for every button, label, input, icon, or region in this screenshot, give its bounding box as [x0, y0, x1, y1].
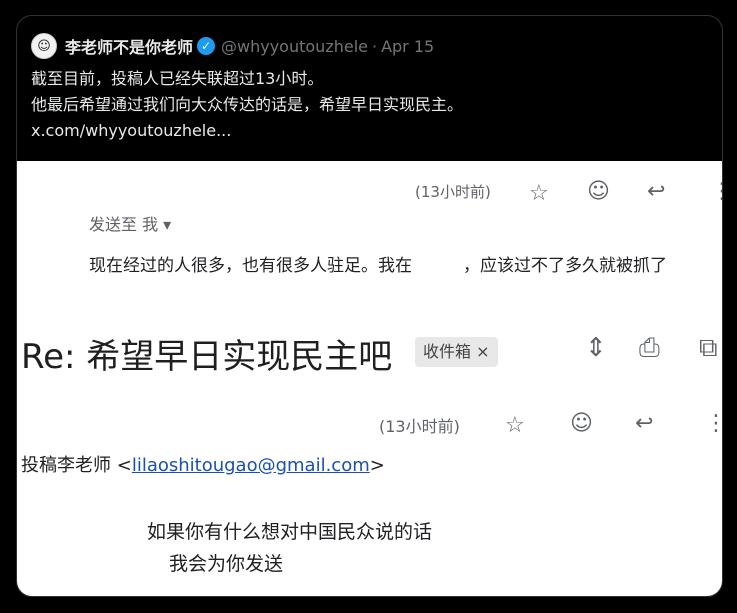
avatar[interactable]: ☺ [31, 33, 57, 59]
sender-close: > [369, 455, 385, 476]
star-icon: ☆ [505, 413, 525, 438]
reply-icon: ↩ [635, 411, 654, 436]
message-time: (13小时前) [379, 417, 460, 436]
reply-icon: ↩ [647, 179, 666, 204]
message-time: (13小时前) [415, 183, 491, 201]
post-link[interactable]: x.com/whyyoutouzhele... [31, 118, 463, 144]
post-header: ☺ 李老师不是你老师 ✓ @whyyoutouzhele · Apr 15 [31, 32, 434, 60]
message-body-line: 如果你有什么想对中国民众说的话 [147, 521, 433, 543]
post-text: 截至目前，投稿人已经失联超过13小时。 他最后希望通过我们向大众传达的话是，希望… [31, 66, 463, 144]
more-icon: ⋮ [711, 181, 722, 203]
verified-badge-icon: ✓ [197, 37, 216, 55]
post-text-line: 截至目前，投稿人已经失联超过13小时。 [31, 69, 324, 88]
separator: · [371, 36, 378, 56]
star-icon: ☆ [529, 181, 549, 206]
post-text-line: 他最后希望通过我们向大众传达的话是，希望早日实现民主。 [31, 95, 464, 114]
inbox-label-chip: 收件箱 × [415, 337, 498, 367]
emoji-icon: ☺ [587, 179, 610, 204]
post-date[interactable]: Apr 15 [381, 37, 434, 56]
message-body-line: 我会为你发送 [169, 553, 284, 575]
email-screenshot-image[interactable]: (13小时前) ☆ ☺ ↩ ⋮ 发送至 我 ▾ 现在经过的人很多，也有很多人驻足… [17, 161, 722, 596]
print-icon: ⎙ [639, 333, 660, 363]
open-new-window-icon: ⧉ [699, 333, 718, 363]
emoji-icon: ☺ [570, 411, 593, 436]
recipient-line: 发送至 我 ▾ [89, 215, 172, 234]
message-body: 现在经过的人很多，也有很多人驻足。我在 ，应该过不了多久就被抓了 [89, 256, 667, 276]
sender-name: 投稿李老师 < [21, 455, 132, 476]
user-handle[interactable]: @whyyoutouzhele [221, 37, 368, 56]
expand-icon: ⇕ [585, 333, 607, 363]
post-card[interactable]: ☺ 李老师不是你老师 ✓ @whyyoutouzhele · Apr 15 截至… [16, 15, 723, 597]
more-icon: ⋮ [705, 413, 722, 435]
sender-email-link: lilaoshitougao@gmail.com [131, 455, 370, 476]
sender-line: 投稿李老师 <lilaoshitougao@gmail.com> [21, 451, 385, 477]
email-subject: Re: 希望早日实现民主吧 [21, 337, 393, 377]
display-name[interactable]: 李老师不是你老师 [65, 34, 193, 58]
